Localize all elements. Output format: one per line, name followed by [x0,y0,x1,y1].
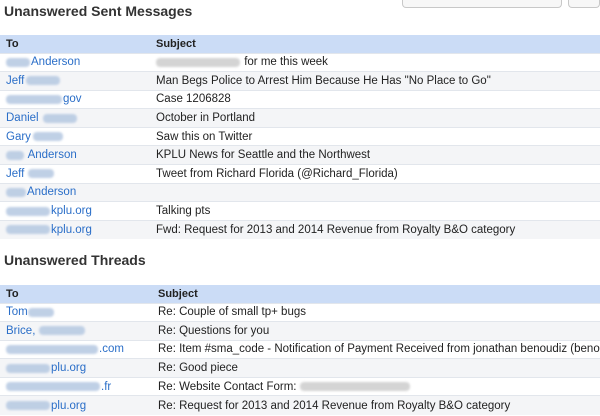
subject-cell: Talking pts [150,201,600,221]
subject-cell: Re: Item #sma_code - Notification of Pay… [152,339,600,359]
table-row[interactable]: .fr Re: Website Contact Form: [0,376,600,396]
column-header-to: To [0,35,150,53]
table-row[interactable]: Jeff Man Begs Police to Arrest Him Becau… [0,71,600,91]
recipient-link[interactable]: kplu.org [0,219,150,239]
recipient-link[interactable]: plu.org [0,395,152,415]
column-header-to: To [0,285,152,303]
subject-cell: Saw this on Twitter [150,126,600,146]
table-row[interactable]: Brice, Re: Questions for you [0,321,600,341]
toolbar-button-right[interactable] [568,0,600,8]
recipient-link[interactable]: Brice, [0,321,152,341]
recipient-link[interactable]: Anderson [0,52,150,72]
subject-cell: Case 1206828 [150,89,600,109]
subject-cell: Fwd: Request for 2013 and 2014 Revenue f… [150,219,600,239]
unanswered-threads-table: To Subject Tom Re: Couple of small tp+ b… [0,285,600,415]
column-header-subject: Subject [152,285,600,303]
subject-cell: Man Begs Police to Arrest Him Because He… [150,71,600,91]
subject-cell: Re: Request for 2013 and 2014 Revenue fr… [152,395,600,415]
recipient-link[interactable]: Anderson [0,145,150,165]
table-row[interactable]: Tom Re: Couple of small tp+ bugs [0,302,600,322]
table-row[interactable]: kplu.org Talking pts [0,201,600,221]
table-row[interactable]: .com Re: Item #sma_code - Notification o… [0,339,600,359]
recipient-link[interactable]: Tom [0,302,152,322]
table-row[interactable]: Gary Saw this on Twitter [0,126,600,146]
table-row[interactable]: plu.org Re: Good piece [0,358,600,378]
recipient-link[interactable]: Anderson [0,182,150,202]
subject-cell: for me this week [150,52,600,72]
top-toolbar [402,0,600,8]
subject-cell: Tweet from Richard Florida (@Richard_Flo… [150,164,600,184]
section-title-sent: Unanswered Sent Messages [4,3,193,19]
table-row[interactable]: Daniel October in Portland [0,108,600,128]
table-row[interactable]: Jeff Tweet from Richard Florida (@Richar… [0,164,600,184]
subject-cell: Re: Couple of small tp+ bugs [152,302,600,322]
subject-cell: KPLU News for Seattle and the Northwest [150,145,600,165]
recipient-link[interactable]: Gary [0,126,150,146]
table-row[interactable]: Anderson for me this week [0,52,600,72]
section-title-threads: Unanswered Threads [4,252,146,268]
recipient-link[interactable]: kplu.org [0,201,150,221]
column-header-subject: Subject [150,35,600,53]
recipient-link[interactable]: .fr [0,376,152,396]
subject-cell: Re: Good piece [152,358,600,378]
subject-cell: October in Portland [150,108,600,128]
recipient-link[interactable]: Daniel [0,108,150,128]
recipient-link[interactable]: .com [0,339,152,359]
recipient-link[interactable]: gov [0,89,150,109]
table-row[interactable]: kplu.org Fwd: Request for 2013 and 2014 … [0,219,600,239]
toolbar-button-left[interactable] [402,0,562,8]
recipient-link[interactable]: plu.org [0,358,152,378]
recipient-link[interactable]: Jeff [0,164,150,184]
subject-cell [150,182,600,202]
table-row[interactable]: Anderson [0,182,600,202]
table-row[interactable]: Anderson KPLU News for Seattle and the N… [0,145,600,165]
table-row[interactable]: gov Case 1206828 [0,89,600,109]
table-row[interactable]: plu.org Re: Request for 2013 and 2014 Re… [0,395,600,415]
sent-messages-table: To Subject Anderson for me this week Jef… [0,35,600,239]
subject-cell: Re: Questions for you [152,321,600,341]
recipient-link[interactable]: Jeff [0,71,150,91]
subject-cell: Re: Website Contact Form: [152,376,600,396]
